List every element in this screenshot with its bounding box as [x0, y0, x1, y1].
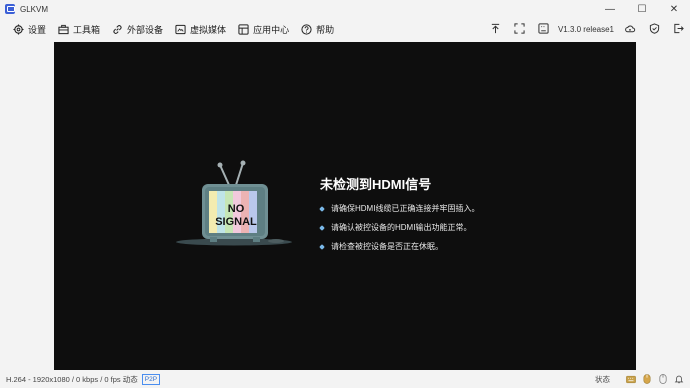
- maximize-button[interactable]: ☐: [626, 0, 658, 18]
- bell-icon[interactable]: [674, 374, 684, 384]
- keyboard-button[interactable]: [532, 18, 556, 40]
- tv-text-signal: SIGNAL: [215, 216, 257, 228]
- bullet-icon: [319, 243, 325, 250]
- main-toolbar: 设置 工具箱 外部设备 虚拟媒体 应用中心 帮助 V1.3.0 release1: [0, 18, 690, 40]
- tip-item: 请确认被控设备的HDMI输出功能正常。: [319, 218, 479, 237]
- menu-app-center[interactable]: 应用中心: [238, 18, 289, 40]
- fullscreen-button[interactable]: [508, 18, 532, 40]
- window-controls: — ☐ ✕: [594, 0, 690, 18]
- menu-toolbox[interactable]: 工具箱: [58, 18, 100, 40]
- menu-virtual-media[interactable]: 虚拟媒体: [175, 18, 226, 40]
- menu-virtual-media-label: 虚拟媒体: [190, 24, 227, 35]
- video-display[interactable]: NO SIGNAL 未检测到HDMI信号 请确保HDMI线缆已正确连接并牢固插入…: [54, 42, 636, 370]
- menu-help[interactable]: 帮助: [301, 18, 334, 40]
- upload-button[interactable]: [484, 18, 508, 40]
- logout-button[interactable]: [666, 18, 690, 40]
- app-center-icon: [238, 23, 249, 35]
- toolbox-icon: [58, 24, 69, 35]
- menu-settings[interactable]: 设置: [13, 18, 46, 40]
- no-signal-tv-illustration: NO SIGNAL: [174, 157, 304, 251]
- menu-help-label: 帮助: [316, 24, 335, 35]
- tip-text: 请检查被控设备是否正在休眠。: [331, 242, 443, 251]
- tip-text: 请确认被控设备的HDMI输出功能正常。: [331, 223, 472, 232]
- media-icon: [175, 24, 186, 35]
- tip-item: 请检查被控设备是否正在休眠。: [319, 237, 479, 256]
- tv-text-no: NO: [227, 203, 245, 215]
- cloud-button[interactable]: [618, 18, 642, 40]
- status-right: 状态: [595, 370, 684, 388]
- menu-external-devices[interactable]: 外部设备: [112, 18, 163, 40]
- minimize-button[interactable]: —: [594, 0, 626, 18]
- p2p-badge: P2P: [141, 373, 161, 385]
- menu-app-center-label: 应用中心: [253, 24, 290, 35]
- shield-icon: [649, 22, 660, 36]
- logout-icon: [673, 23, 684, 36]
- tip-text: 请确保HDMI线缆已正确连接并牢固插入。: [331, 204, 480, 213]
- stream-info: H.264 - 1920x1080 / 0 kbps / 0 fps 动态: [6, 374, 138, 384]
- tip-item: 请确保HDMI线缆已正确连接并牢固插入。: [319, 199, 480, 218]
- keyboard-status-icon[interactable]: [626, 374, 636, 384]
- troubleshooting-tips: 请确保HDMI线缆已正确连接并牢固插入。 请确认被控设备的HDMI输出功能正常。…: [319, 199, 480, 256]
- fullscreen-icon: [514, 22, 526, 36]
- version-label: V1.3.0 release1: [557, 24, 614, 34]
- close-button[interactable]: ✕: [658, 0, 690, 18]
- mouse-status-icon-2[interactable]: [658, 374, 668, 384]
- menu-external-devices-label: 外部设备: [127, 24, 164, 35]
- app-logo-icon: [5, 4, 15, 14]
- security-button[interactable]: [642, 18, 666, 40]
- upload-icon: [490, 23, 501, 36]
- window-title: GLKVM: [20, 4, 49, 14]
- menu-toolbox-label: 工具箱: [73, 24, 101, 35]
- cloud-icon: [624, 23, 636, 36]
- status-bar: H.264 - 1920x1080 / 0 kbps / 0 fps 动态 P2…: [0, 370, 690, 388]
- bullet-icon: [319, 224, 325, 231]
- keyboard-icon: [538, 22, 550, 36]
- bullet-icon: [319, 205, 325, 212]
- mouse-status-icon[interactable]: [642, 374, 652, 384]
- status-label: 状态: [595, 374, 610, 384]
- help-icon: [301, 23, 312, 35]
- link-icon: [112, 24, 123, 35]
- menu-settings-label: 设置: [28, 24, 47, 35]
- gear-icon: [13, 23, 24, 35]
- no-hdmi-signal-title: 未检测到HDMI信号: [320, 177, 432, 192]
- toolbar-right: V1.3.0 release1: [484, 18, 690, 40]
- title-bar: GLKVM — ☐ ✕: [0, 0, 690, 18]
